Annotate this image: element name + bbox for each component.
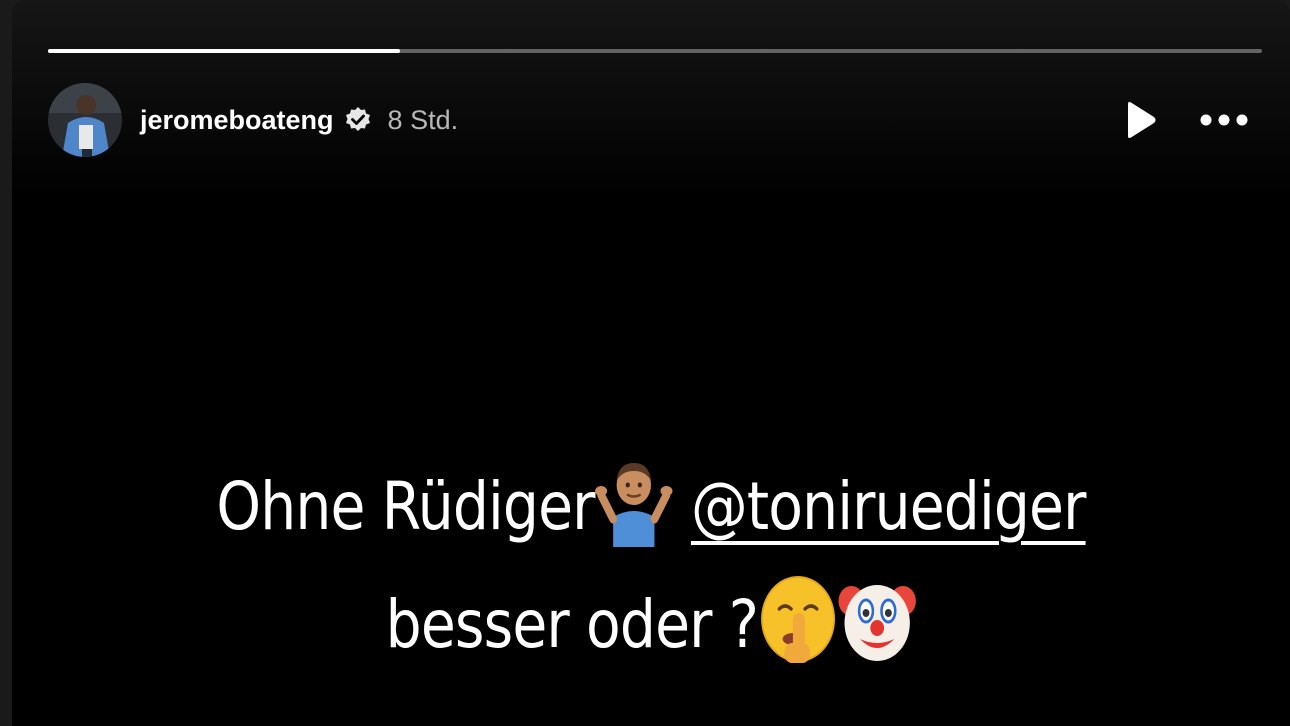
- shushing-face-emoji: [760, 576, 835, 663]
- story-controls: [1122, 100, 1250, 140]
- story-caption: Ohne Rüdiger @toniruediger besser oder ?: [101, 448, 1200, 684]
- caption-line-1: Ohne Rüdiger @toniruediger: [101, 448, 1200, 566]
- story-header: jeromeboateng 8 Std.: [48, 83, 1250, 157]
- story-progress-fill: [48, 49, 401, 53]
- story-viewer: jeromeboateng 8 Std. Ohne Rüdiger @tonir…: [12, 0, 1290, 726]
- caption-line-2: besser oder ?: [101, 566, 1200, 684]
- story-progress-bar: [48, 49, 1262, 53]
- person-shrugging-emoji: [595, 463, 673, 547]
- caption-text-1: Ohne Rüdiger: [216, 468, 595, 545]
- avatar[interactable]: [48, 83, 122, 157]
- story-timestamp: 8 Std.: [387, 104, 459, 135]
- more-options-icon[interactable]: [1198, 110, 1250, 130]
- verified-badge-icon: [345, 107, 370, 131]
- clown-face-emoji: [838, 585, 916, 661]
- username[interactable]: jeromeboateng: [140, 105, 334, 136]
- play-icon[interactable]: [1122, 100, 1158, 140]
- mention-link[interactable]: @toniruediger: [691, 468, 1086, 545]
- caption-text-2: besser oder ?: [385, 586, 759, 663]
